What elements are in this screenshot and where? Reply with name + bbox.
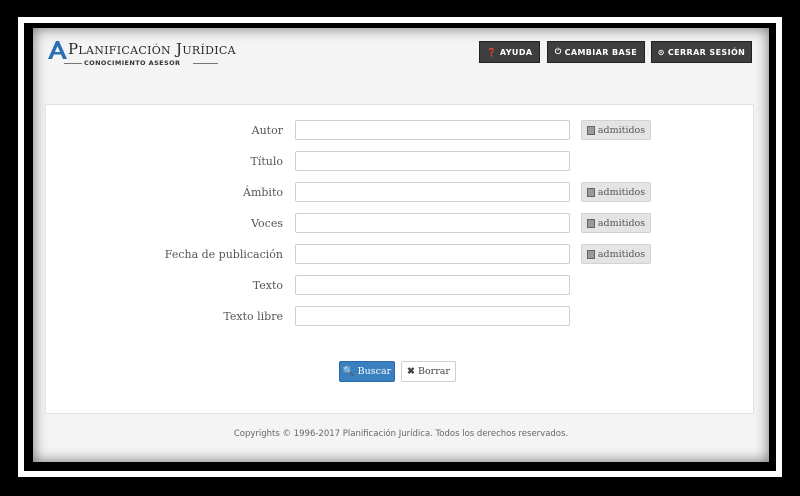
voces-input[interactable]: [295, 213, 570, 233]
search-button[interactable]: 🔍 Buscar: [339, 361, 395, 382]
field-label-ambito: Ámbito: [243, 186, 283, 199]
question-circle-icon: ❓: [486, 47, 497, 57]
logout-button-label: CERRAR SESIÓN: [667, 47, 746, 57]
list-icon: [586, 125, 595, 135]
change-base-button[interactable]: ⏻ CAMBIAR BASE: [547, 41, 645, 63]
brand-subtitle: CONOCIMIENTO ASESOR: [84, 59, 181, 67]
app-screen: Planificación Jurídica CONOCIMIENTO ASES…: [33, 28, 769, 462]
autor-admitidos-button[interactable]: admitidos: [581, 120, 651, 140]
search-button-label: Buscar: [357, 366, 392, 377]
admitidos-label: admitidos: [597, 248, 646, 260]
field-label-texto-libre: Texto libre: [223, 310, 283, 323]
admitidos-label: admitidos: [597, 186, 646, 198]
magnifier-icon: 🔍: [342, 366, 355, 377]
fecha-admitidos-button[interactable]: admitidos: [581, 244, 651, 264]
footer-copyright: Copyrights © 1996-2017 Planificación Jur…: [233, 429, 569, 439]
field-label-titulo: Título: [250, 155, 283, 168]
help-button[interactable]: ❓ AYUDA: [479, 41, 540, 63]
admitidos-label: admitidos: [597, 217, 646, 229]
sign-out-icon: ⊙: [657, 47, 665, 57]
brand-divider-right: [193, 63, 218, 64]
photo-background: Planificación Jurídica CONOCIMIENTO ASES…: [0, 0, 800, 496]
texto-libre-input[interactable]: [295, 306, 570, 326]
logout-button[interactable]: ⊙ CERRAR SESIÓN: [651, 41, 752, 63]
list-icon: [586, 218, 595, 228]
field-label-voces: Voces: [251, 217, 283, 230]
list-icon: [586, 187, 595, 197]
field-label-autor: Autor: [251, 124, 283, 137]
search-form-panel: Autor admitidos Título Ámbito admitidos …: [45, 104, 754, 414]
logo-mark-icon: [48, 41, 67, 59]
ambito-admitidos-button[interactable]: admitidos: [581, 182, 651, 202]
voces-admitidos-button[interactable]: admitidos: [581, 213, 651, 233]
help-button-label: AYUDA: [499, 47, 533, 57]
brand-title: Planificación Jurídica: [68, 40, 236, 58]
power-icon: ⏻: [554, 47, 562, 56]
change-base-button-label: CAMBIAR BASE: [564, 47, 638, 57]
fecha-publicacion-input[interactable]: [295, 244, 570, 264]
brand-divider-left: [64, 63, 82, 64]
field-label-texto: Texto: [252, 279, 283, 292]
ambito-input[interactable]: [295, 182, 570, 202]
autor-input[interactable]: [295, 120, 570, 140]
clear-button-label: Borrar: [417, 366, 450, 377]
admitidos-label: admitidos: [597, 124, 646, 136]
x-icon: ✖: [407, 366, 415, 377]
field-label-fecha-publicacion: Fecha de publicación: [164, 248, 283, 261]
titulo-input[interactable]: [295, 151, 570, 171]
clear-button[interactable]: ✖ Borrar: [401, 361, 456, 382]
texto-input[interactable]: [295, 275, 570, 295]
list-icon: [586, 249, 595, 259]
